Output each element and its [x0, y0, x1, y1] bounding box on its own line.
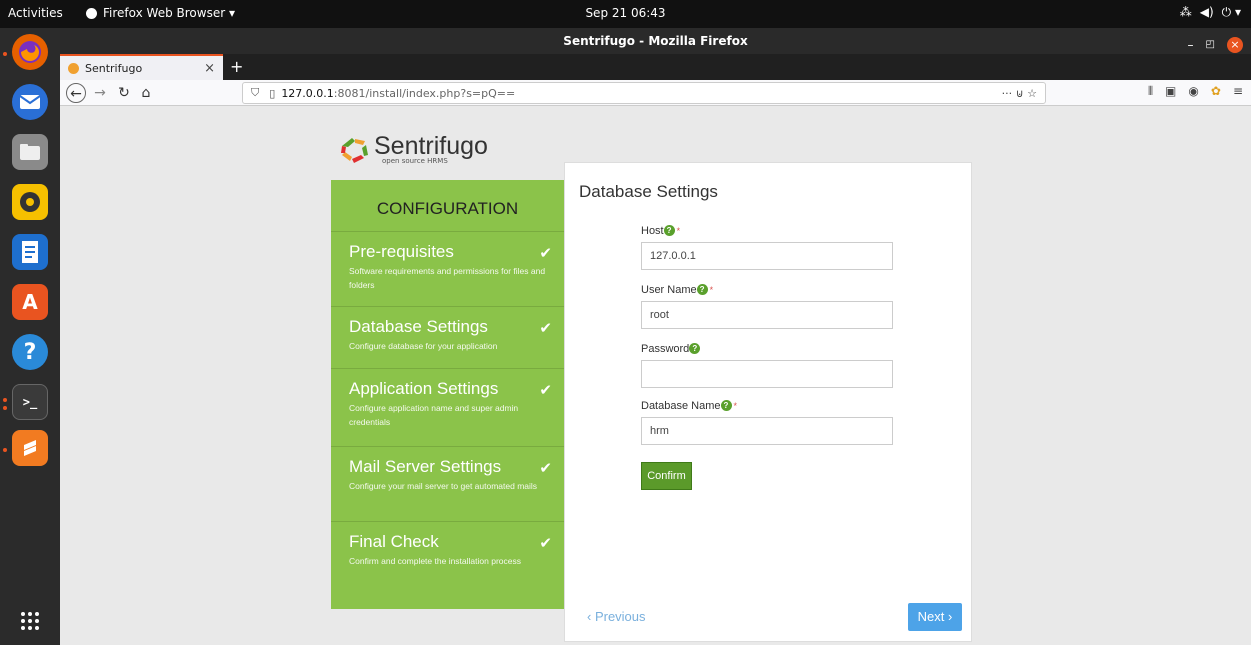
next-button[interactable]: Next › [908, 603, 962, 631]
username-label: User Name? * [641, 284, 714, 296]
help-icon[interactable]: ? [696, 284, 708, 295]
close-icon[interactable]: × [1227, 37, 1243, 53]
step-prerequisites[interactable]: Pre-requisites Software requirements and… [331, 232, 564, 307]
step-final-check[interactable]: Final Check Confirm and complete the ins… [331, 522, 564, 608]
dbname-field-group: Database Name? * hrm [641, 400, 893, 445]
writer-icon[interactable] [12, 234, 48, 270]
dock: A ? >_ [0, 28, 60, 645]
check-icon: ✔ [539, 459, 552, 477]
forward-icon[interactable]: → [90, 83, 110, 103]
dbname-label: Database Name? * [641, 400, 738, 412]
host-input[interactable]: 127.0.0.1 [641, 242, 893, 270]
sentrifugo-logo: Sentrifugo open source HRMS [340, 134, 488, 165]
check-icon: ✔ [539, 534, 552, 552]
active-indicator [3, 398, 7, 402]
username-input[interactable]: root [641, 301, 893, 329]
tab-label: Sentrifugo [85, 61, 143, 75]
active-indicator [3, 52, 7, 56]
nav-bar: ← → ↻ ⌂ ⛉ ▯ 127.0.0.1 :8081/install/inde… [60, 80, 1251, 106]
host-label: Host? * [641, 225, 681, 237]
menu-icon[interactable]: ≡ [1233, 84, 1243, 99]
window-title: Sentrifugo - Mozilla Firefox [563, 34, 748, 48]
firefox-icon[interactable] [12, 34, 48, 70]
app-menu[interactable]: Firefox Web Browser ▾ [86, 6, 235, 20]
password-field-group: Password? [641, 343, 893, 388]
clock[interactable]: Sep 21 06:43 [585, 6, 665, 20]
thunderbird-icon[interactable] [12, 84, 48, 120]
configuration-heading: CONFIGURATION [331, 180, 564, 232]
extension-icon[interactable]: ✿ [1211, 84, 1221, 99]
home-icon[interactable]: ⌂ [136, 83, 156, 103]
database-settings-panel: Database Settings Host? * 127.0.0.1 User … [564, 162, 972, 642]
power-icon: ⏻ ▾ [1221, 5, 1241, 19]
firefox-window: Sentrifugo - Mozilla Firefox – ◰ × Sentr… [60, 28, 1251, 645]
step-title: Application Settings [349, 379, 499, 398]
step-description: Software requirements and permissions fo… [349, 266, 546, 290]
check-icon: ✔ [539, 319, 552, 337]
help-icon[interactable]: ? [720, 400, 732, 411]
page-content: Sentrifugo open source HRMS CONFIGURATIO… [60, 106, 1251, 645]
firefox-small-icon [86, 7, 97, 19]
url-host: 127.0.0.1 [281, 86, 334, 100]
title-bar: Sentrifugo - Mozilla Firefox – ◰ × [60, 28, 1251, 54]
username-field-group: User Name? * root [641, 284, 893, 329]
reload-icon[interactable]: ↻ [114, 83, 134, 103]
step-title: Pre-requisites [349, 242, 454, 261]
sidebar-icon[interactable]: ▣ [1165, 84, 1176, 99]
page-icon: ▯ [269, 86, 276, 100]
volume-icon: ◀) [1199, 5, 1214, 19]
back-icon[interactable]: ← [66, 83, 86, 103]
step-mail-server-settings[interactable]: Mail Server Settings Configure your mail… [331, 447, 564, 522]
help-icon[interactable]: ? [689, 343, 701, 354]
password-label: Password? [641, 343, 893, 355]
system-top-bar: Activities Firefox Web Browser ▾ Sep 21 … [0, 0, 1251, 28]
app-grid-icon[interactable] [12, 603, 48, 639]
rhythmbox-icon[interactable] [12, 184, 48, 220]
logo-mark-icon [341, 137, 368, 163]
help-icon[interactable]: ? [663, 225, 675, 236]
url-path: :8081/install/index.php?s=pQ== [333, 86, 516, 100]
help-icon[interactable]: ? [12, 334, 48, 370]
previous-button[interactable]: ‹ Previous [587, 609, 646, 624]
step-description: Configure your mail server to get automa… [349, 481, 538, 491]
app-menu-label: Firefox Web Browser ▾ [103, 6, 235, 20]
check-icon: ✔ [539, 381, 552, 399]
step-application-settings[interactable]: Application Settings Configure applicati… [331, 369, 564, 447]
step-title: Mail Server Settings [349, 457, 502, 476]
library-icon[interactable]: ⫴ [1148, 84, 1153, 99]
step-database-settings[interactable]: Database Settings Configure database for… [331, 307, 564, 369]
confirm-button[interactable]: Confirm [641, 462, 692, 490]
host-field-group: Host? * 127.0.0.1 [641, 225, 893, 270]
activities-button[interactable]: Activities [8, 6, 63, 20]
shield-icon[interactable]: ⛉ [251, 86, 259, 100]
tab-sentrifugo[interactable]: Sentrifugo × [60, 54, 223, 80]
url-actions[interactable]: ··· ⊍ ☆ [1002, 87, 1037, 100]
step-title: Database Settings [349, 317, 488, 336]
dbname-input[interactable]: hrm [641, 417, 893, 445]
password-input[interactable] [641, 360, 893, 388]
step-description: Configure application name and super adm… [349, 403, 519, 427]
files-icon[interactable] [12, 134, 48, 170]
new-tab-button[interactable]: + [230, 57, 243, 76]
account-icon[interactable]: ◉ [1188, 84, 1198, 99]
sublime-icon[interactable] [12, 430, 48, 466]
active-indicator [3, 448, 7, 452]
favicon-icon [68, 62, 79, 74]
check-icon: ✔ [539, 244, 552, 262]
network-icon: ⁂ [1179, 5, 1192, 19]
logo-name: Sentrifugo [374, 132, 488, 160]
terminal-icon[interactable]: >_ [12, 384, 48, 420]
active-indicator [3, 406, 7, 410]
url-bar[interactable]: ⛉ ▯ 127.0.0.1 :8081/install/index.php?s=… [242, 82, 1046, 104]
configuration-sidebar: CONFIGURATION Pre-requisites Software re… [331, 180, 564, 609]
step-description: Configure database for your application [349, 341, 498, 351]
tab-bar: Sentrifugo × + [60, 54, 1251, 80]
tab-close-icon[interactable]: × [204, 61, 215, 76]
step-title: Final Check [349, 532, 439, 551]
system-tray[interactable]: ⁂ ◀) ⏻ ▾ [1180, 5, 1241, 20]
panel-title: Database Settings [579, 182, 718, 201]
step-description: Confirm and complete the installation pr… [349, 556, 521, 566]
software-icon[interactable]: A [12, 284, 48, 320]
